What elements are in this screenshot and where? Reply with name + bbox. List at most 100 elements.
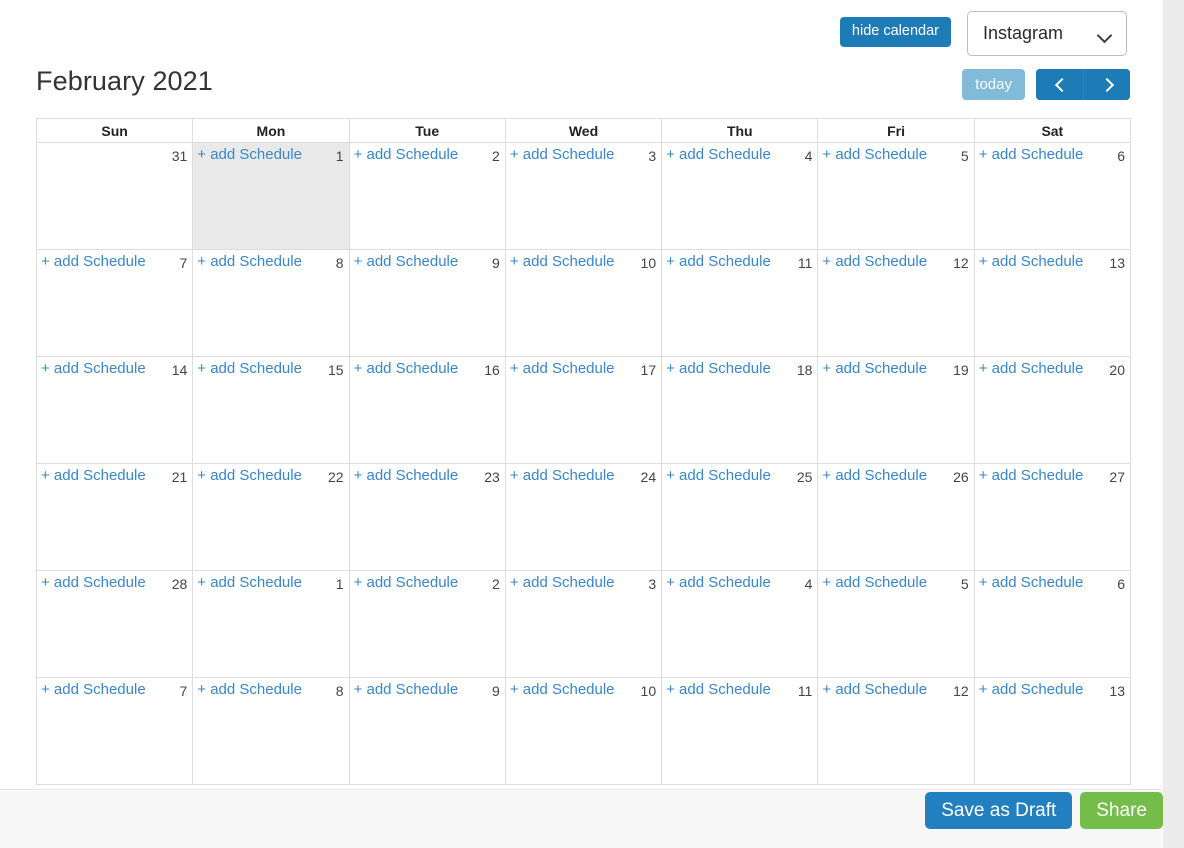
today-button[interactable]: today <box>962 69 1025 100</box>
calendar-day-cell[interactable]: + add Schedule2 <box>349 571 505 678</box>
add-schedule-link[interactable]: + add Schedule <box>822 681 927 698</box>
add-schedule-link[interactable]: + add Schedule <box>979 574 1084 591</box>
add-schedule-link[interactable]: + add Schedule <box>822 146 927 163</box>
add-schedule-link[interactable]: + add Schedule <box>354 253 459 270</box>
calendar-day-cell[interactable]: + add Schedule21 <box>37 464 193 571</box>
add-schedule-link[interactable]: + add Schedule <box>197 360 302 377</box>
calendar-day-cell[interactable]: + add Schedule24 <box>505 464 661 571</box>
calendar-day-cell[interactable]: + add Schedule13 <box>974 250 1130 357</box>
add-schedule-link[interactable]: + add Schedule <box>354 574 459 591</box>
calendar-day-cell[interactable]: + add Schedule8 <box>193 678 349 785</box>
add-schedule-link[interactable]: + add Schedule <box>41 360 146 377</box>
calendar-day-cell[interactable]: + add Schedule9 <box>349 250 505 357</box>
calendar-day-cell[interactable]: + add Schedule7 <box>37 250 193 357</box>
add-schedule-link[interactable]: + add Schedule <box>822 574 927 591</box>
calendar-day-cell[interactable]: + add Schedule5 <box>818 571 974 678</box>
add-schedule-link[interactable]: + add Schedule <box>41 467 146 484</box>
calendar-day-inner: + add Schedule9 <box>350 678 505 699</box>
add-schedule-link[interactable]: + add Schedule <box>510 681 615 698</box>
prev-month-button[interactable] <box>1036 69 1083 100</box>
add-schedule-link[interactable]: + add Schedule <box>666 360 771 377</box>
calendar-day-cell[interactable]: + add Schedule3 <box>505 143 661 250</box>
next-month-button[interactable] <box>1083 69 1130 100</box>
page-scrollbar-track[interactable] <box>1162 0 1184 848</box>
add-schedule-link[interactable]: + add Schedule <box>822 467 927 484</box>
weekday-header-row: SunMonTueWedThuFriSat <box>37 119 1131 143</box>
share-button[interactable]: Share <box>1080 792 1163 829</box>
calendar-day-cell[interactable]: + add Schedule5 <box>818 143 974 250</box>
calendar-day-cell[interactable]: + add Schedule 19 <box>818 357 974 464</box>
calendar-day-cell[interactable]: + add Schedule26 <box>818 464 974 571</box>
day-number: 22 <box>328 467 344 485</box>
add-schedule-link[interactable]: + add Schedule <box>197 467 302 484</box>
calendar-day-cell[interactable]: + add Schedule13 <box>974 678 1130 785</box>
add-schedule-link[interactable]: + add Schedule <box>979 360 1084 377</box>
add-schedule-link[interactable]: + add Schedule <box>354 146 459 163</box>
calendar-day-cell[interactable]: + add Schedule27 <box>974 464 1130 571</box>
add-schedule-link[interactable]: + add Schedule <box>197 146 302 163</box>
calendar-day-cell[interactable]: + add Schedule8 <box>193 250 349 357</box>
day-number: 20 <box>1109 360 1125 378</box>
calendar-day-cell[interactable]: + add Schedule2 <box>349 143 505 250</box>
calendar-day-inner: + add Schedule7 <box>37 250 192 271</box>
add-schedule-link[interactable]: + add Schedule <box>510 574 615 591</box>
calendar-day-cell[interactable]: + add Schedule28 <box>37 571 193 678</box>
calendar-day-cell[interactable]: + add Schedule6 <box>974 571 1130 678</box>
calendar-day-cell[interactable]: + add Schedule12 <box>818 250 974 357</box>
add-schedule-link[interactable]: + add Schedule <box>979 146 1084 163</box>
add-schedule-link[interactable]: + add Schedule <box>510 467 615 484</box>
calendar-day-cell[interactable]: + add Schedule11 <box>662 678 818 785</box>
calendar-day-cell[interactable]: + add Schedule17 <box>505 357 661 464</box>
day-number: 19 <box>953 360 969 378</box>
calendar-day-cell[interactable]: + add Schedule1 <box>193 143 349 250</box>
calendar-day-cell[interactable]: + add Schedule 22 <box>193 464 349 571</box>
add-schedule-link[interactable]: + add Schedule <box>979 467 1084 484</box>
add-schedule-link[interactable]: + add Schedule <box>666 681 771 698</box>
add-schedule-link[interactable]: + add Schedule <box>666 467 771 484</box>
calendar-day-cell[interactable]: + add Schedule4 <box>662 571 818 678</box>
add-schedule-link[interactable]: + add Schedule <box>510 253 615 270</box>
add-schedule-link[interactable]: + add Schedule <box>666 146 771 163</box>
calendar-day-cell[interactable]: + add Schedule23 <box>349 464 505 571</box>
add-schedule-link[interactable]: + add Schedule <box>354 467 459 484</box>
calendar-day-cell[interactable]: + add Schedule6 <box>974 143 1130 250</box>
add-schedule-link[interactable]: + add Schedule <box>197 574 302 591</box>
add-schedule-link[interactable]: + add Schedule <box>41 574 146 591</box>
account-select[interactable]: Instagram <box>967 11 1127 56</box>
calendar-day-cell[interactable]: + add Schedule25 <box>662 464 818 571</box>
calendar-day-cell[interactable]: + add Schedule9 <box>349 678 505 785</box>
save-as-draft-button[interactable]: Save as Draft <box>925 792 1072 829</box>
add-schedule-link[interactable]: + add Schedule <box>666 574 771 591</box>
calendar-day-cell[interactable]: + add Schedule7 <box>37 678 193 785</box>
add-schedule-link[interactable]: + add Schedule <box>510 360 615 377</box>
add-schedule-link[interactable]: + add Schedule <box>979 253 1084 270</box>
day-number: 18 <box>797 360 813 378</box>
calendar-day-cell[interactable]: + add Schedule12 <box>818 678 974 785</box>
calendar-day-cell[interactable]: + add Schedule 20 <box>974 357 1130 464</box>
calendar-day-cell[interactable]: + add Schedule4 <box>662 143 818 250</box>
add-schedule-link[interactable]: + add Schedule <box>197 253 302 270</box>
calendar-day-cell[interactable]: + add Schedule10 <box>505 678 661 785</box>
calendar-day-cell[interactable]: + add Schedule10 <box>505 250 661 357</box>
hide-calendar-button[interactable]: hide calendar <box>840 17 951 47</box>
month-nav-group <box>1036 69 1130 100</box>
add-schedule-link[interactable]: + add Schedule <box>41 681 146 698</box>
add-schedule-link[interactable]: + add Schedule <box>197 681 302 698</box>
calendar-day-cell[interactable]: + add Schedule3 <box>505 571 661 678</box>
add-schedule-link[interactable]: + add Schedule <box>822 253 927 270</box>
calendar-day-cell[interactable]: + add Schedule31 <box>37 143 193 250</box>
add-schedule-link[interactable]: + add Schedule <box>510 146 615 163</box>
add-schedule-link[interactable]: + add Schedule <box>354 681 459 698</box>
calendar-day-cell[interactable]: + add Schedule16 <box>349 357 505 464</box>
weekday-header-sun: Sun <box>37 119 193 143</box>
calendar-day-cell[interactable]: + add Schedule15 <box>193 357 349 464</box>
add-schedule-link[interactable]: + add Schedule <box>822 360 927 377</box>
add-schedule-link[interactable]: + add Schedule <box>666 253 771 270</box>
calendar-day-cell[interactable]: + add Schedule 18 <box>662 357 818 464</box>
calendar-day-cell[interactable]: + add Schedule1 <box>193 571 349 678</box>
add-schedule-link[interactable]: + add Schedule <box>979 681 1084 698</box>
calendar-day-cell[interactable]: + add Schedule14 <box>37 357 193 464</box>
calendar-day-cell[interactable]: + add Schedule11 <box>662 250 818 357</box>
add-schedule-link[interactable]: + add Schedule <box>354 360 459 377</box>
add-schedule-link[interactable]: + add Schedule <box>41 253 146 270</box>
